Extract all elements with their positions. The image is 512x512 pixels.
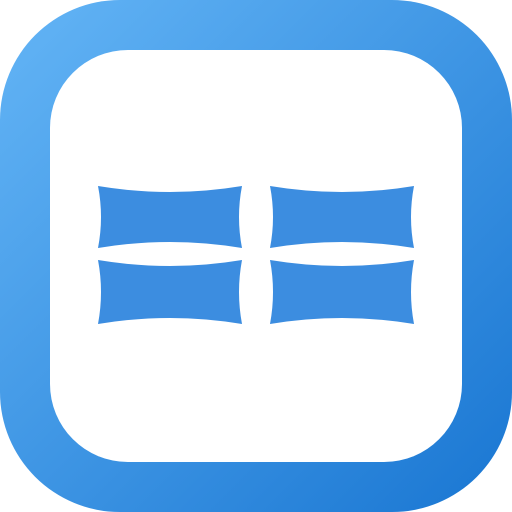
pane-top-left (98, 186, 242, 248)
icon-inner-background (50, 50, 462, 462)
window-panes-icon (0, 0, 512, 512)
pane-bottom-left (98, 260, 242, 324)
pane-top-right (270, 186, 414, 248)
pane-bottom-right (270, 260, 414, 324)
app-icon-tile (0, 0, 512, 512)
